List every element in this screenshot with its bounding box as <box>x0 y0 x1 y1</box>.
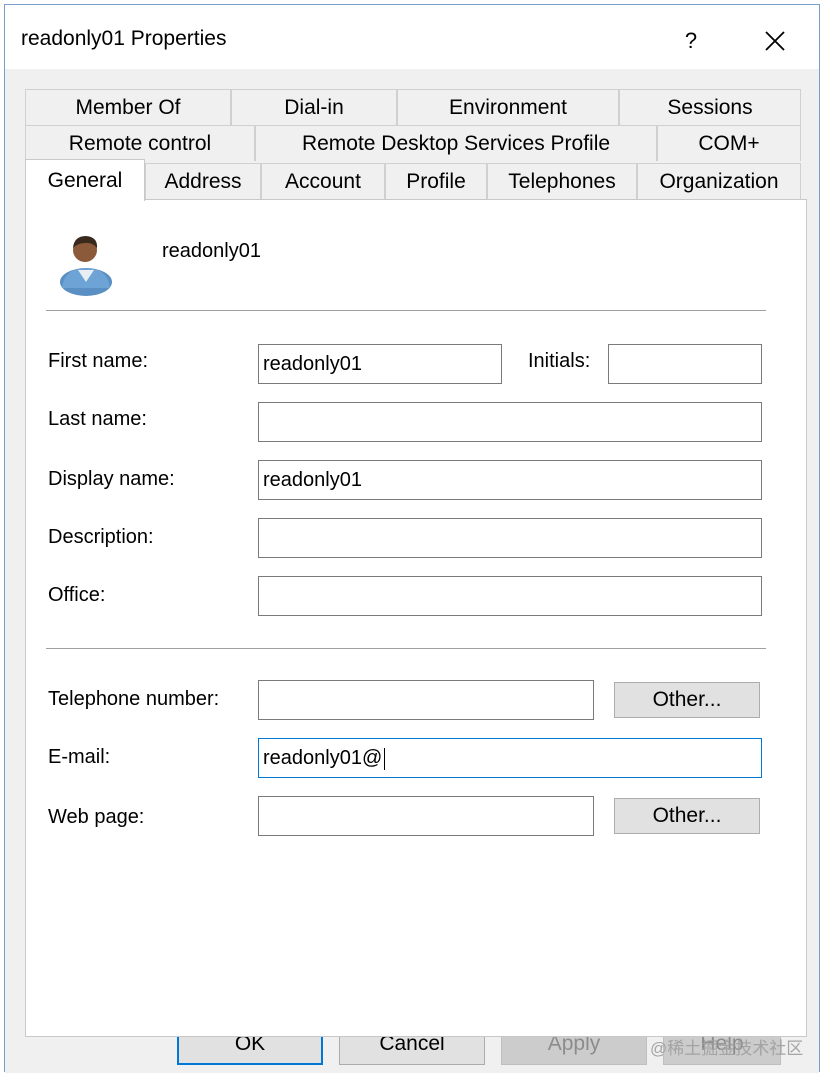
text-caret <box>384 747 386 770</box>
tab-member-of[interactable]: Member Of <box>25 89 231 125</box>
separator <box>46 310 766 312</box>
general-tab-panel: readonly01 First name: readonly01 Initia… <box>25 199 807 1037</box>
tab-profile[interactable]: Profile <box>385 163 487 199</box>
email-value: readonly01@ <box>263 747 383 769</box>
tab-remote-desktop-services-profile[interactable]: Remote Desktop Services Profile <box>255 125 657 161</box>
web-page-label: Web page: <box>48 806 145 828</box>
telephone-other-button[interactable]: Other... <box>614 682 760 718</box>
last-name-label: Last name: <box>48 408 147 430</box>
last-name-field[interactable] <box>258 402 762 442</box>
telephone-number-label: Telephone number: <box>48 688 220 710</box>
dialog-client-area: Member Of Dial-in Environment Sessions R… <box>5 69 819 1073</box>
email-label: E-mail: <box>48 746 111 768</box>
tab-dial-in[interactable]: Dial-in <box>231 89 397 125</box>
separator <box>46 648 766 650</box>
telephone-number-field[interactable] <box>258 680 594 720</box>
description-label: Description: <box>48 526 154 548</box>
tab-environment[interactable]: Environment <box>397 89 619 125</box>
email-field[interactable]: readonly01@ <box>258 738 762 778</box>
user-name-heading: readonly01 <box>162 240 261 262</box>
help-icon[interactable]: ? <box>669 19 713 63</box>
window-title: readonly01 Properties <box>21 27 227 50</box>
tab-telephones[interactable]: Telephones <box>487 163 637 199</box>
web-page-field[interactable] <box>258 796 594 836</box>
web-page-other-button[interactable]: Other... <box>614 798 760 834</box>
first-name-field[interactable]: readonly01 <box>258 344 502 384</box>
tab-account[interactable]: Account <box>261 163 385 199</box>
first-name-label: First name: <box>48 350 149 372</box>
tab-remote-control[interactable]: Remote control <box>25 125 255 161</box>
tab-address[interactable]: Address <box>145 163 261 199</box>
properties-window: readonly01 Properties ? Member Of Dial-i… <box>4 4 820 1073</box>
office-field[interactable] <box>258 576 762 616</box>
description-field[interactable] <box>258 518 762 558</box>
tab-sessions[interactable]: Sessions <box>619 89 801 125</box>
office-label: Office: <box>48 584 106 606</box>
initials-field[interactable] <box>608 344 762 384</box>
close-icon[interactable] <box>753 19 797 63</box>
title-bar: readonly01 Properties ? <box>5 5 819 69</box>
display-name-field[interactable]: readonly01 <box>258 460 762 500</box>
tab-general[interactable]: General <box>25 159 145 201</box>
watermark-text: @稀土掘金技术社区 <box>650 1039 804 1058</box>
initials-label: Initials: <box>528 350 591 372</box>
tab-organization[interactable]: Organization <box>637 163 801 199</box>
user-avatar-icon <box>56 226 116 296</box>
tab-com-plus[interactable]: COM+ <box>657 125 801 161</box>
display-name-label: Display name: <box>48 468 175 490</box>
